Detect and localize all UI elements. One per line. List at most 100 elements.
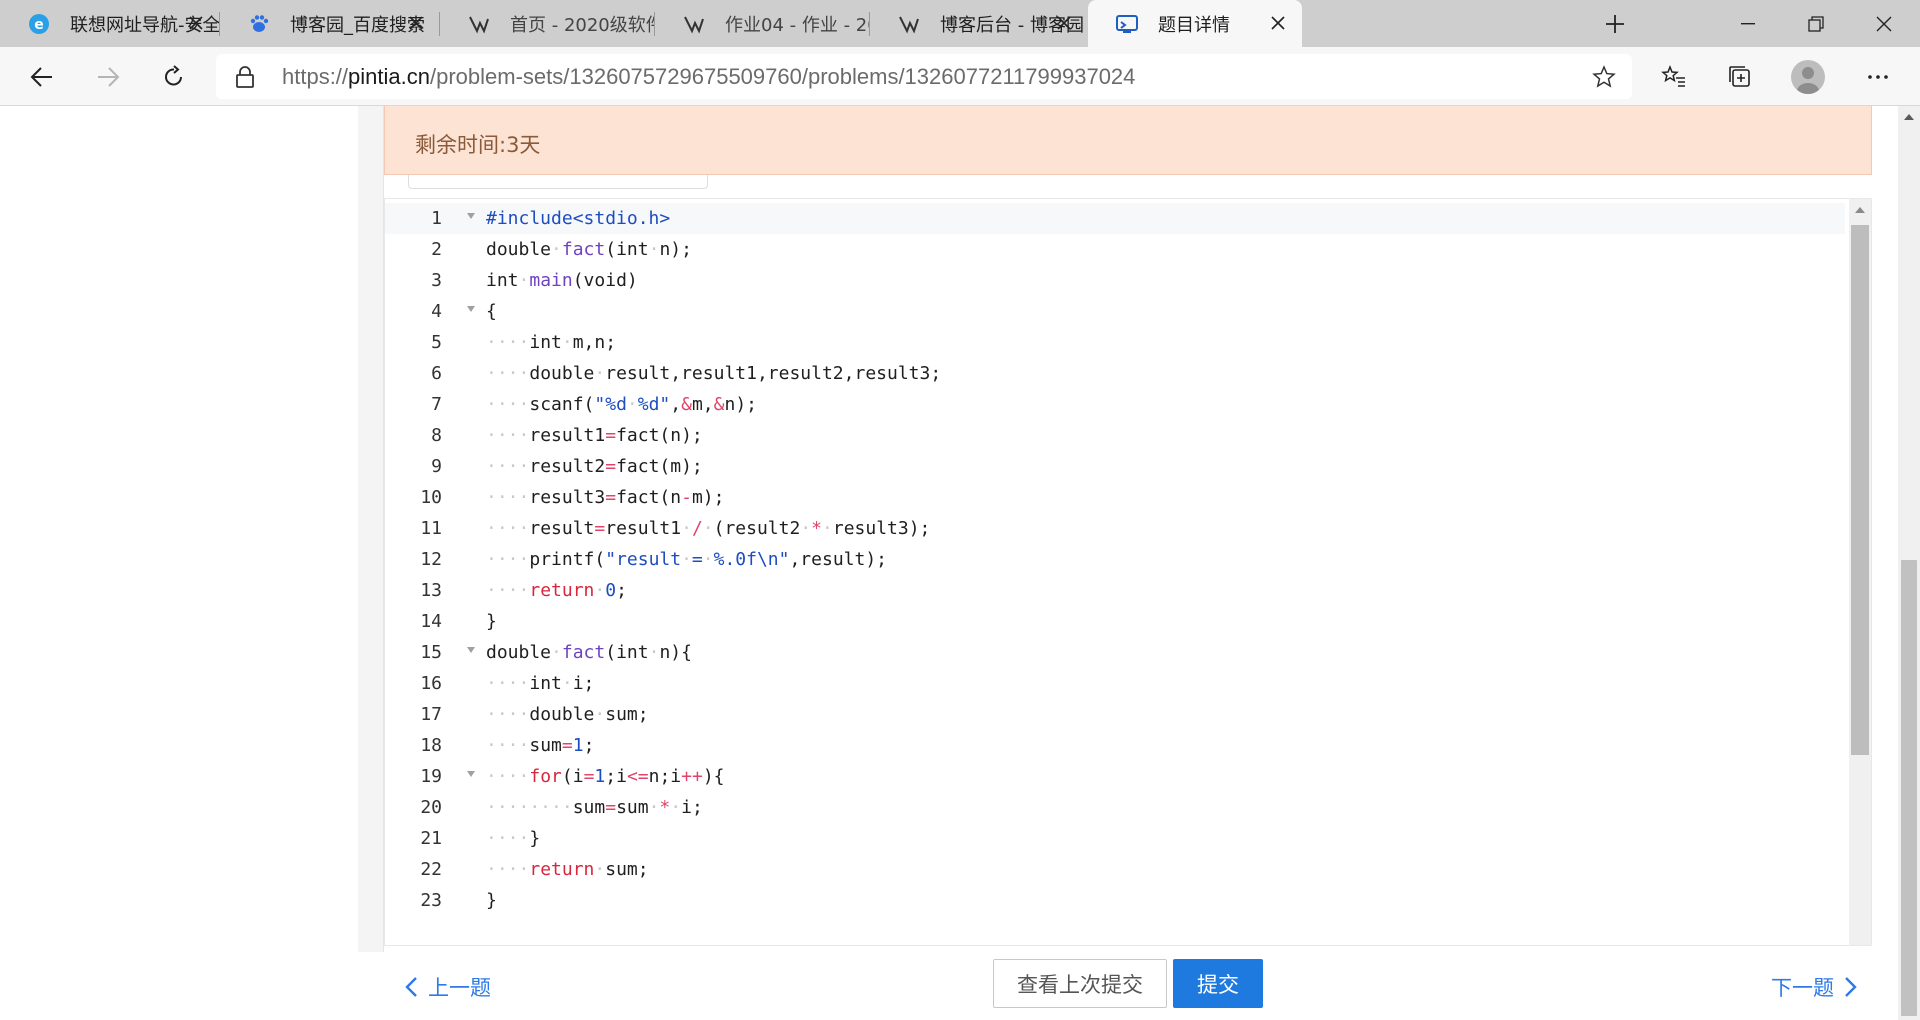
browser-tab[interactable]: 博客后台 - 博客园 [870, 0, 1088, 47]
close-icon[interactable] [186, 13, 206, 33]
browser-toolbar: https://pintia.cn/problem-sets/132607572… [0, 47, 1920, 106]
code-line[interactable]: 21 ····} [385, 823, 1845, 854]
code-line[interactable]: 18 ····sum=1; [385, 730, 1845, 761]
view-last-submission-button[interactable]: 查看上次提交 [993, 959, 1167, 1008]
code-line[interactable]: 7 ····scanf("%d·%d",&m,&n); [385, 389, 1845, 420]
code-token: ···· [486, 394, 530, 415]
code-token: result1 [529, 425, 606, 446]
favorite-star-icon[interactable] [1592, 65, 1616, 93]
code-token: · [551, 642, 562, 663]
fold-arrow-icon[interactable] [467, 213, 475, 219]
collections-icon[interactable] [1722, 59, 1758, 95]
more-menu-icon[interactable] [1860, 59, 1896, 95]
submit-button[interactable]: 提交 [1173, 959, 1263, 1008]
code-line[interactable]: 14} [385, 606, 1845, 637]
code-token: n); [724, 394, 757, 415]
page-scrollbar[interactable] [1898, 106, 1920, 1020]
code-editor[interactable]: 1 #include<stdio.h> 2 double·fact(int·n); 3 i… [384, 198, 1872, 946]
close-icon[interactable] [406, 13, 426, 33]
pta-icon [683, 13, 705, 35]
code-token: %.0f\n" [713, 549, 790, 570]
close-icon[interactable] [1268, 13, 1288, 33]
language-select-edge[interactable] [408, 175, 708, 189]
code-token: = [594, 518, 606, 539]
code-token: ;i [605, 766, 627, 787]
code-token: ········ [486, 797, 573, 818]
editor-scroll-thumb[interactable] [1851, 225, 1869, 755]
code-line[interactable]: 17 ····double·sum; [385, 699, 1845, 730]
code-line[interactable]: 13 ····return·0; [385, 575, 1845, 606]
code-token: · [561, 673, 573, 694]
code-line[interactable]: 2 double·fact(int·n); [385, 234, 1845, 265]
code-token: · [518, 270, 530, 291]
next-problem-link[interactable]: 下一题 [1771, 972, 1858, 1002]
pintia-icon [1116, 13, 1138, 35]
code-line[interactable]: 8 ····result1=fact(n); [385, 420, 1845, 451]
browser-tab[interactable]: 首页 - 2020级软件工 [440, 0, 655, 47]
previous-problem-link[interactable]: 上一题 [404, 972, 491, 1002]
fold-arrow-icon[interactable] [467, 771, 475, 777]
code-token: = [605, 425, 617, 446]
code-token: / [691, 518, 703, 539]
code-line[interactable]: 22 ····return·sum; [385, 854, 1845, 885]
favorites-icon[interactable] [1656, 59, 1692, 95]
code-token: (i [561, 766, 584, 787]
code-line[interactable]: 19 ····for(i=1;i<=n;i++){ [385, 761, 1845, 792]
scroll-up-arrow-icon[interactable] [1855, 207, 1865, 213]
code-line[interactable]: 20 ········sum=sum·*·i; [385, 792, 1845, 823]
code-line[interactable]: 6 ····double·result,result1,result2,resul… [385, 358, 1845, 389]
minimize-button[interactable] [1714, 0, 1782, 47]
code-line[interactable]: 15 double·fact(int·n){ [385, 637, 1845, 668]
back-button[interactable] [24, 59, 60, 95]
address-bar[interactable]: https://pintia.cn/problem-sets/132607572… [216, 54, 1632, 99]
code-token: ···· [486, 859, 530, 880]
code-line[interactable]: 9 ····result2=fact(m); [385, 451, 1845, 482]
close-icon[interactable] [1054, 13, 1074, 33]
code-line[interactable]: 16 ····int·i; [385, 668, 1845, 699]
page-scroll-thumb[interactable] [1901, 560, 1917, 1016]
code-text: ····double·sum; [486, 699, 649, 730]
browser-tab-active[interactable]: 题目详情 [1088, 0, 1302, 47]
fold-arrow-icon[interactable] [467, 647, 475, 653]
code-text: ········sum=sum·*·i; [486, 792, 703, 823]
code-token: · [648, 239, 660, 260]
code-token: result1 [605, 518, 682, 539]
code-line[interactable]: 12 ····printf("result·=·%.0f\n",result); [385, 544, 1845, 575]
code-token: · [626, 394, 638, 415]
new-tab-button[interactable] [1600, 9, 1630, 39]
code-line[interactable]: 4{ [385, 296, 1845, 327]
refresh-button[interactable] [156, 59, 192, 95]
code-token: "result [605, 549, 682, 570]
scroll-up-arrow-icon[interactable] [1904, 114, 1914, 120]
code-line[interactable]: 23} [385, 885, 1845, 916]
code-token: · [594, 580, 606, 601]
forward-button[interactable] [90, 59, 126, 95]
close-window-button[interactable] [1850, 0, 1918, 47]
code-token: #include<stdio.h> [486, 208, 671, 229]
code-line[interactable]: 1 #include<stdio.h> [385, 203, 1845, 234]
code-token: & [713, 394, 725, 415]
browser-tab[interactable]: 作业04 - 作业 - 2020 [655, 0, 870, 47]
code-token: n;i [648, 766, 682, 787]
fold-arrow-icon[interactable] [467, 306, 475, 312]
code-token: ){ [702, 766, 725, 787]
code-token: · [681, 518, 692, 539]
code-token: ; [616, 580, 627, 601]
code-line[interactable]: 11 ····result=result1·/·(result2·*·result… [385, 513, 1845, 544]
code-token: 0 [605, 580, 617, 601]
code-token: double [486, 642, 552, 663]
code-token: sum [572, 797, 606, 818]
code-line[interactable]: 3 int·main(void) [385, 265, 1845, 296]
code-token: ···· [486, 766, 530, 787]
restore-button[interactable] [1782, 0, 1850, 47]
profile-avatar[interactable] [1791, 60, 1825, 94]
code-token: · [648, 642, 660, 663]
code-text: ····result=result1·/·(result2·*·result3)… [486, 513, 930, 544]
code-line[interactable]: 5 ····int·m,n; [385, 327, 1845, 358]
browser-tab[interactable]: e 联想网址导航-安全浏 [0, 0, 220, 47]
code-line[interactable]: 10 ····result3=fact(n-m); [385, 482, 1845, 513]
browser-tab[interactable]: 博客园_百度搜索 [220, 0, 440, 47]
editor-scrollbar[interactable] [1849, 199, 1871, 945]
code-text: ····result2=fact(m); [486, 451, 703, 482]
lock-icon[interactable] [236, 66, 254, 92]
